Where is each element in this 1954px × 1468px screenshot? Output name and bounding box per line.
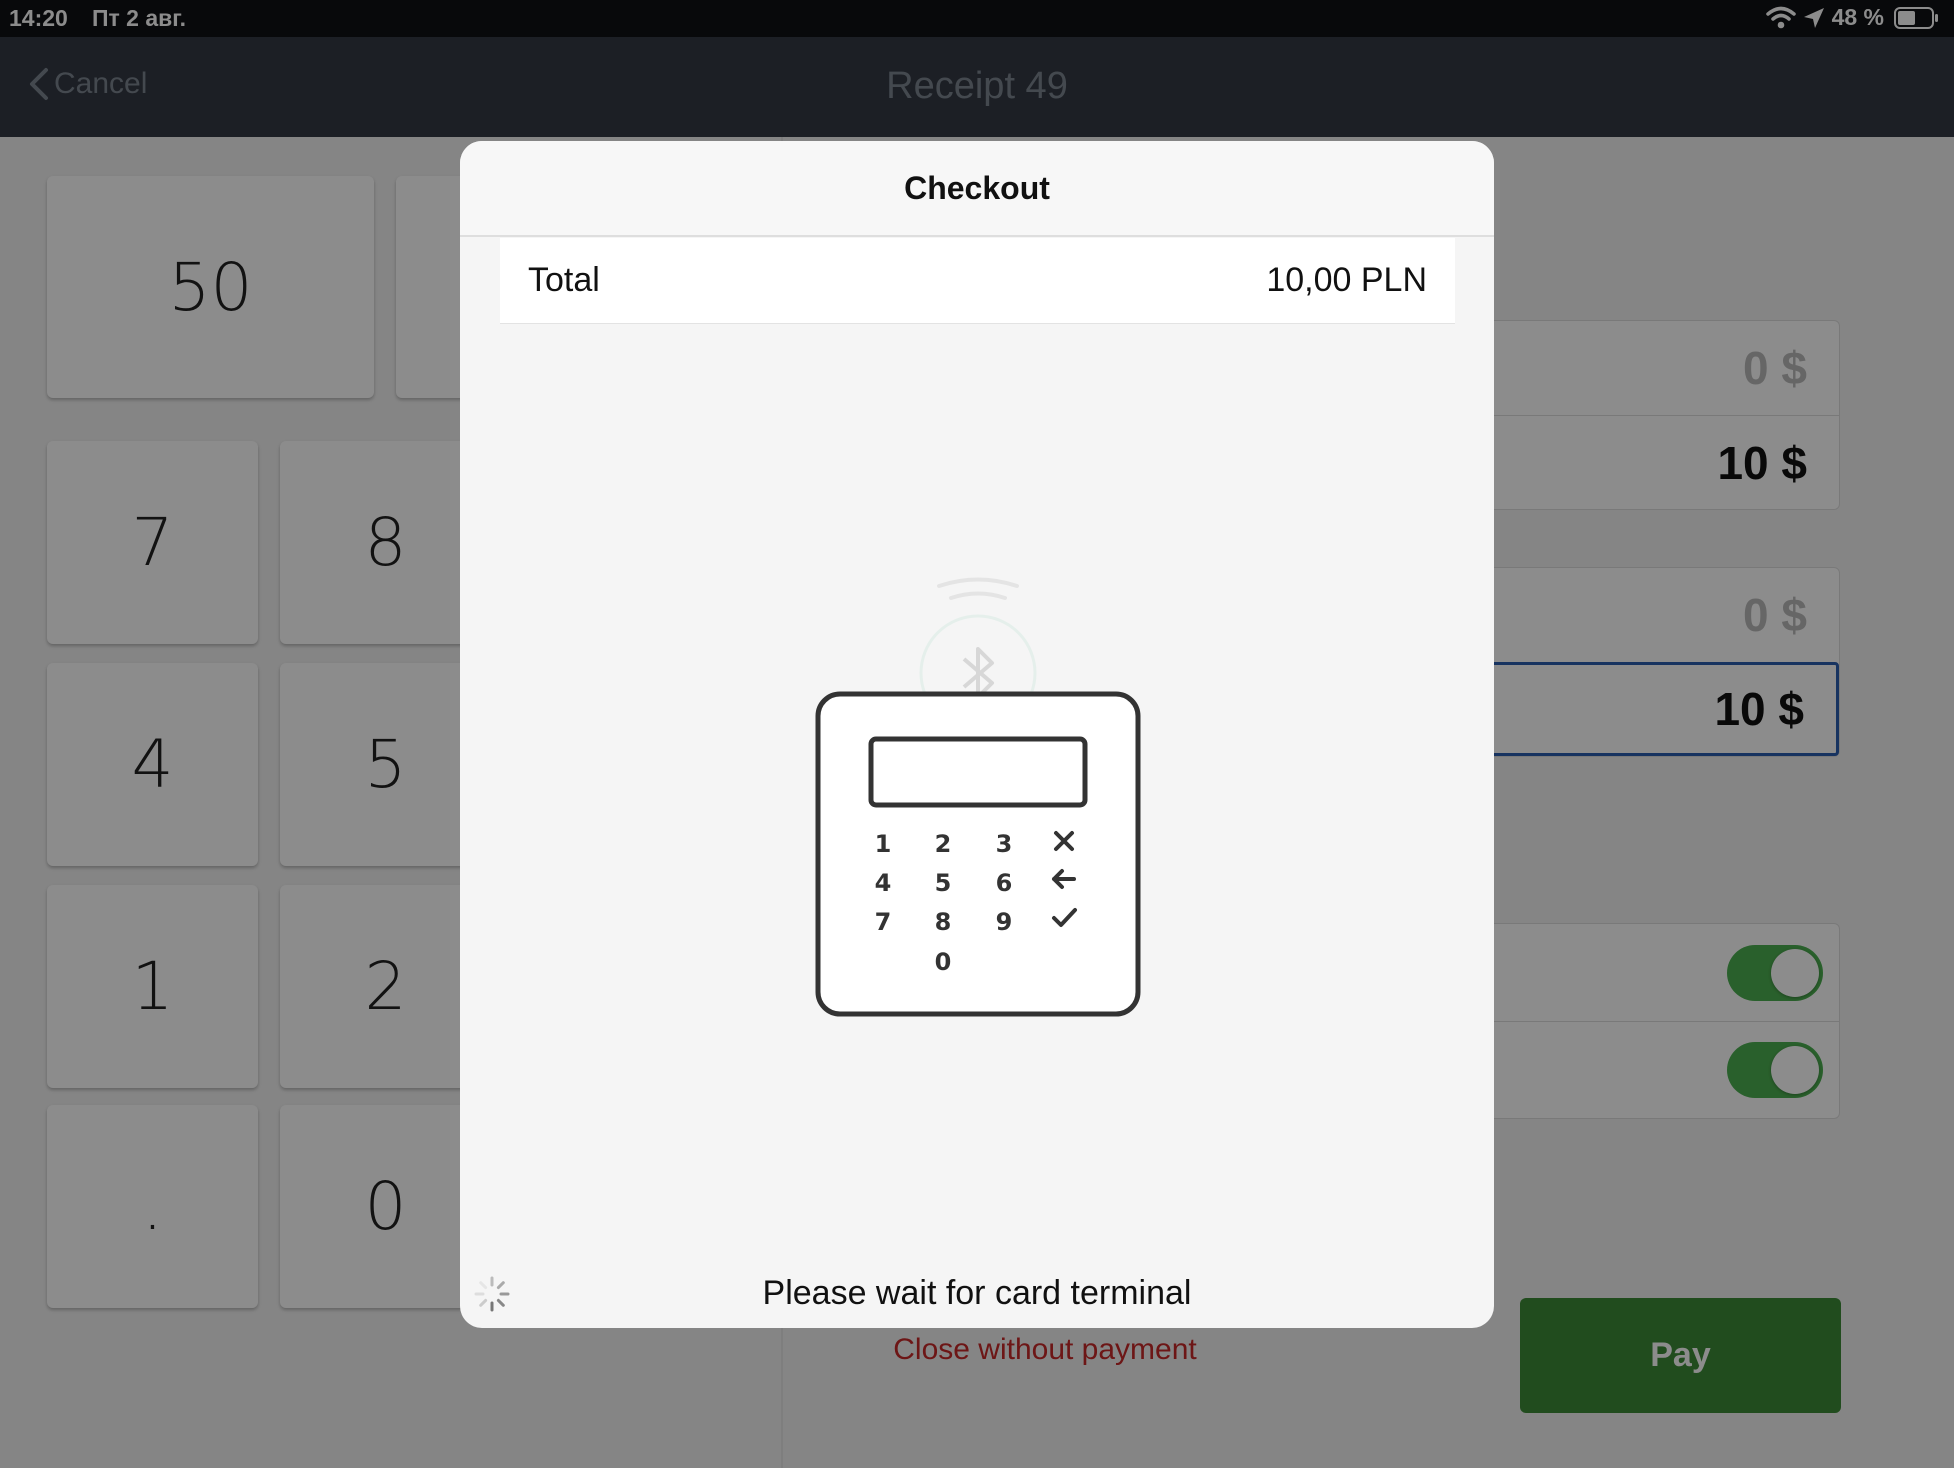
terminal-status-text: Please wait for card terminal [762, 1274, 1192, 1312]
checkout-modal: Checkout Total 10,00 PLN 1 2 3 4 5 6 7 8… [460, 141, 1494, 1328]
terminal-key-9: 9 [996, 908, 1013, 936]
terminal-screen [868, 736, 1088, 808]
total-label: Total [528, 261, 600, 299]
terminal-key-5: 5 [935, 869, 952, 897]
terminal-key-1: 1 [875, 830, 892, 858]
terminal-key-4: 4 [875, 869, 892, 897]
terminal-key-0: 0 [935, 948, 952, 976]
modal-title: Checkout [460, 141, 1494, 237]
total-value: 10,00 PLN [1266, 261, 1427, 299]
total-row: Total 10,00 PLN [500, 238, 1455, 324]
card-terminal-illustration: 1 2 3 4 5 6 7 8 9 0 [815, 577, 1141, 1017]
terminal-key-2: 2 [935, 830, 952, 858]
terminal-key-6: 6 [996, 869, 1013, 897]
terminal-key-3: 3 [996, 830, 1013, 858]
terminal-key-8: 8 [935, 908, 952, 936]
terminal-key-7: 7 [875, 908, 892, 936]
